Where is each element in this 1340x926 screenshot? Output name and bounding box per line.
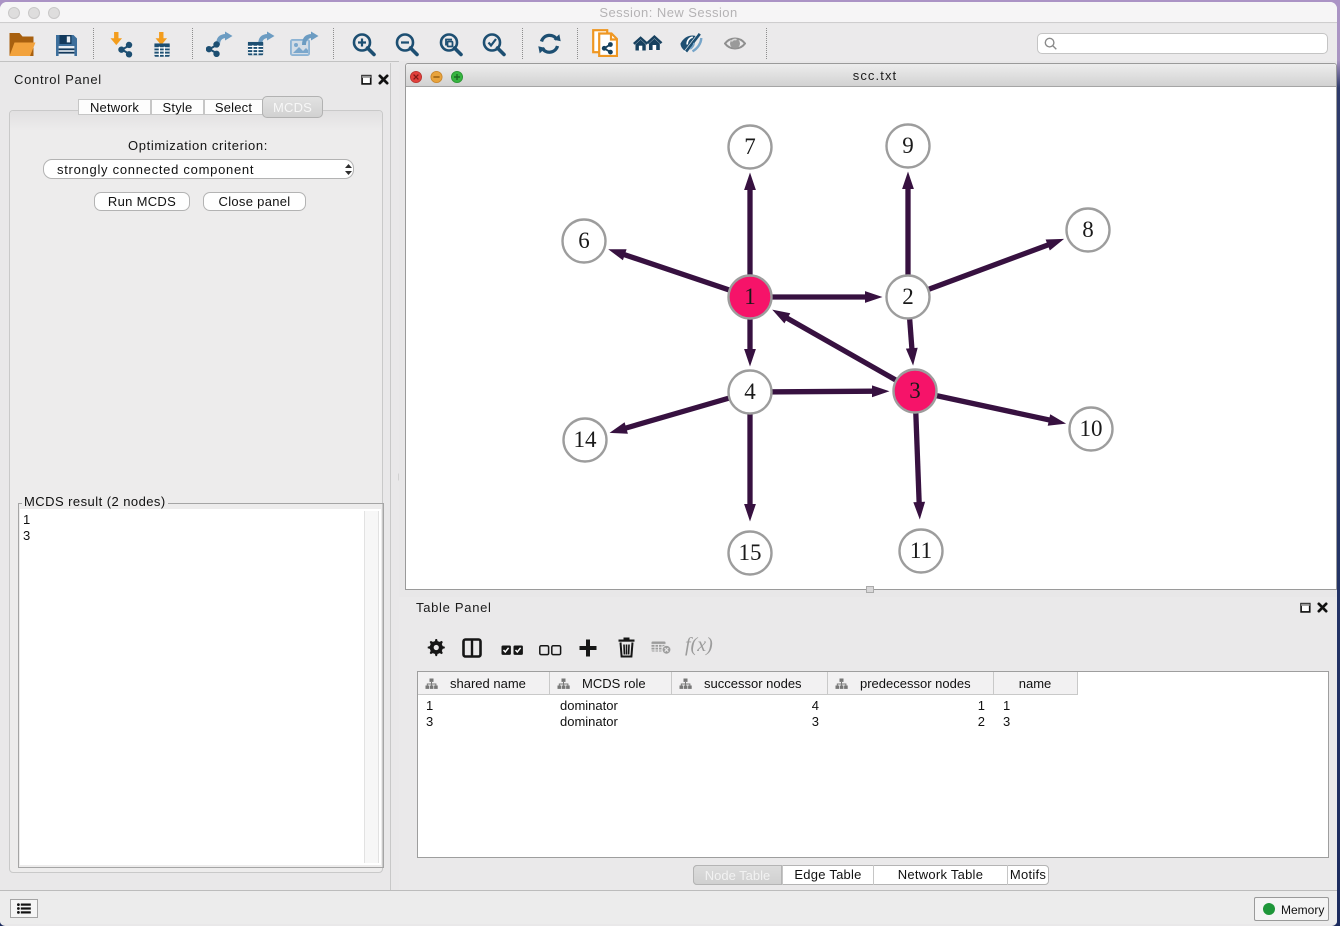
svg-text:3: 3 — [909, 378, 921, 403]
svg-text:7: 7 — [744, 134, 756, 159]
svg-text:11: 11 — [910, 538, 932, 563]
svg-text:1: 1 — [744, 284, 756, 309]
svg-text:10: 10 — [1080, 416, 1103, 441]
svg-text:4: 4 — [744, 379, 756, 404]
svg-text:9: 9 — [902, 133, 914, 158]
svg-text:14: 14 — [574, 427, 598, 452]
svg-text:8: 8 — [1082, 217, 1094, 242]
svg-text:15: 15 — [739, 540, 762, 565]
svg-text:6: 6 — [578, 228, 590, 253]
svg-text:2: 2 — [902, 284, 914, 309]
